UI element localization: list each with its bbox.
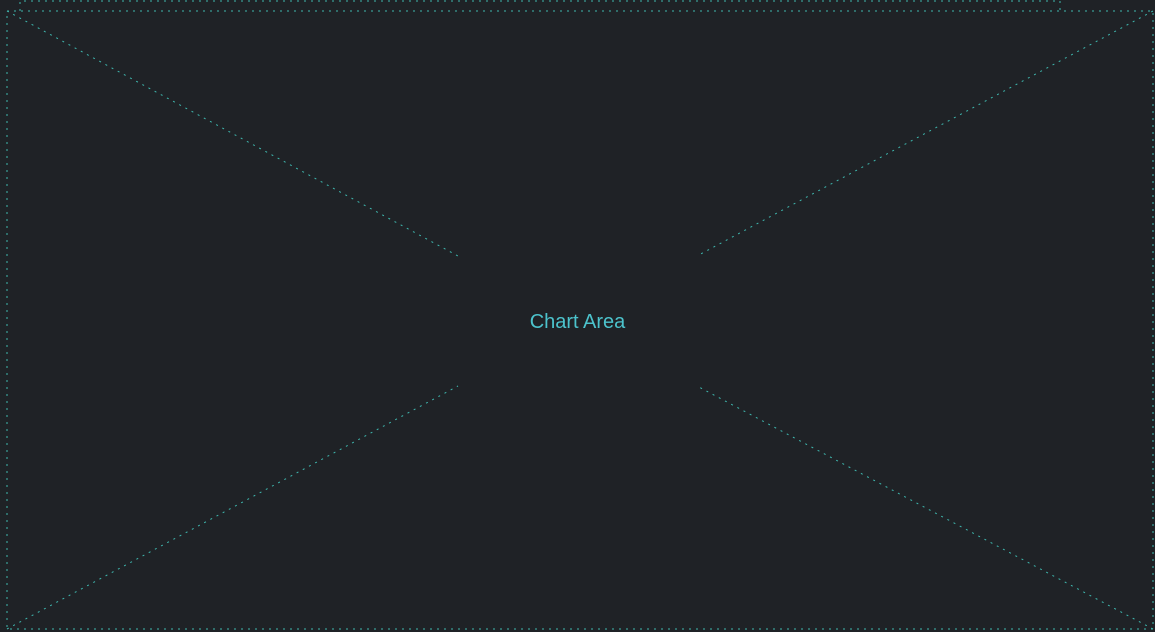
chart-area-label: Chart Area [529,311,626,333]
diagonal-top-right [696,10,1154,257]
placeholder-top-tab [19,0,1061,11]
chart-placeholder: Chart Area [0,0,1155,632]
diagonal-bottom-right [696,385,1154,630]
diagonal-top-left [6,10,459,257]
diagonal-bottom-left [6,385,459,630]
